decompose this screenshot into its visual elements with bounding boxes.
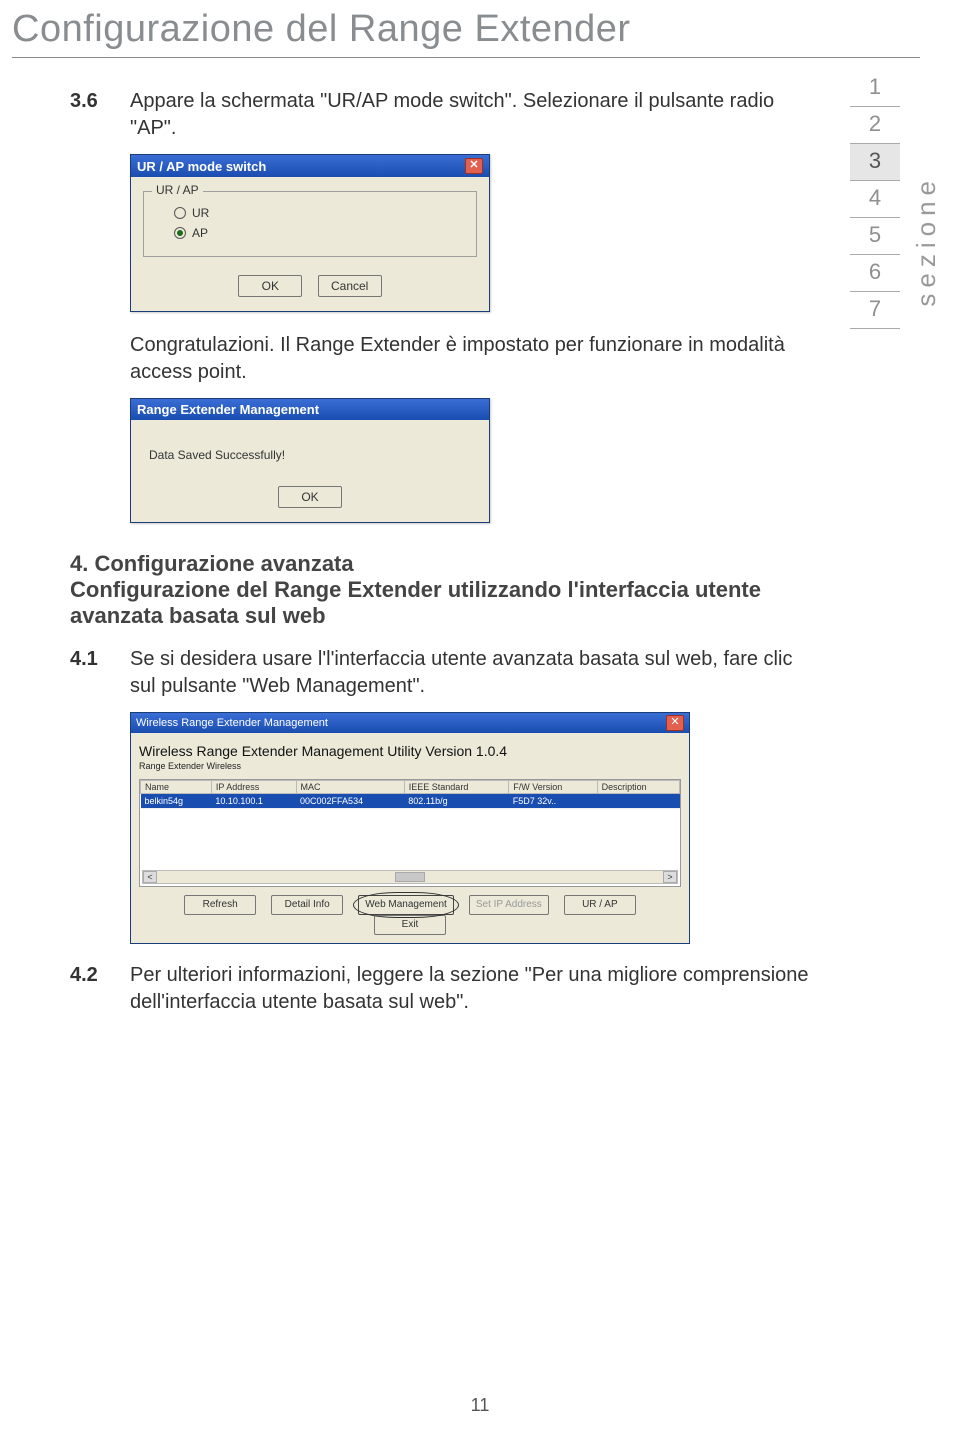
ok-button[interactable]: OK — [238, 275, 302, 297]
ok-button[interactable]: OK — [278, 486, 342, 508]
step-3-6: 3.6 Appare la schermata "UR/AP mode swit… — [70, 88, 820, 142]
step-4-2: 4.2 Per ulteriori informazioni, leggere … — [70, 962, 820, 1016]
col-ip[interactable]: IP Address — [211, 780, 296, 793]
cancel-button[interactable]: Cancel — [318, 275, 382, 297]
page-title: Configurazione del Range Extender — [0, 0, 960, 57]
col-fw[interactable]: F/W Version — [509, 780, 597, 793]
scroll-right-icon[interactable]: > — [663, 871, 677, 883]
step-text: Per ulteriori informazioni, leggere la s… — [130, 962, 820, 1016]
utility-version: Wireless Range Extender Management Utili… — [139, 743, 681, 759]
section-label: sezione — [911, 175, 942, 307]
radio-label: AP — [192, 226, 208, 240]
step-number: 3.6 — [70, 88, 130, 142]
section-4-heading: 4. Configurazione avanzata — [0, 551, 960, 577]
saved-dialog: Range Extender Management Data Saved Suc… — [130, 398, 490, 523]
management-utility-window: Wireless Range Extender Management ✕ Wir… — [130, 712, 690, 944]
step-text: Se si desidera usare l'l'interfaccia ute… — [130, 646, 820, 700]
page-number: 11 — [0, 1395, 960, 1416]
radio-icon — [174, 227, 186, 239]
nav-2[interactable]: 2 — [850, 107, 900, 144]
step-4-1: 4.1 Se si desidera usare l'l'interfaccia… — [70, 646, 820, 700]
nav-1[interactable]: 1 — [850, 70, 900, 107]
scroll-left-icon[interactable]: < — [143, 871, 157, 883]
horizontal-scrollbar[interactable]: < > — [142, 870, 678, 884]
utility-sublabel: Range Extender Wireless — [139, 761, 681, 771]
exit-button[interactable]: Exit — [374, 915, 446, 935]
section-navigator: 1 2 3 4 5 6 7 — [850, 70, 900, 329]
radio-ap[interactable]: AP — [174, 226, 466, 240]
step-number: 4.1 — [70, 646, 130, 700]
group-legend: UR / AP — [152, 183, 203, 197]
refresh-button[interactable]: Refresh — [184, 895, 256, 915]
close-icon[interactable]: ✕ — [465, 158, 483, 174]
web-management-button[interactable]: Web Management — [358, 895, 454, 915]
nav-4[interactable]: 4 — [850, 181, 900, 218]
dialog-title: UR / AP mode switch — [137, 159, 266, 174]
section-4-subheading: Configurazione del Range Extender utiliz… — [0, 577, 960, 630]
radio-ur[interactable]: UR — [174, 206, 466, 220]
nav-5[interactable]: 5 — [850, 218, 900, 255]
step-text: Appare la schermata "UR/AP mode switch".… — [130, 88, 820, 142]
dialog-message: Data Saved Successfully! — [143, 430, 477, 480]
radio-icon — [174, 207, 186, 219]
col-ieee[interactable]: IEEE Standard — [404, 780, 508, 793]
close-icon[interactable]: ✕ — [666, 715, 684, 731]
congrats-text: Congratulazioni. Il Range Extender è imp… — [70, 332, 820, 386]
col-name[interactable]: Name — [141, 780, 212, 793]
detail-info-button[interactable]: Detail Info — [271, 895, 343, 915]
table-row[interactable]: belkin54g 10.10.100.1 00C002FFA534 802.1… — [141, 793, 680, 808]
col-mac[interactable]: MAC — [296, 780, 404, 793]
col-desc[interactable]: Description — [597, 780, 679, 793]
radio-label: UR — [192, 206, 209, 220]
urap-dialog: UR / AP mode switch ✕ UR / AP UR AP OK C… — [130, 154, 490, 312]
set-ip-button: Set IP Address — [469, 895, 549, 915]
nav-7[interactable]: 7 — [850, 292, 900, 329]
nav-6[interactable]: 6 — [850, 255, 900, 292]
congrats-body: Congratulazioni. Il Range Extender è imp… — [130, 332, 820, 386]
scroll-thumb[interactable] — [395, 872, 425, 882]
ur-ap-button[interactable]: UR / AP — [564, 895, 636, 915]
step-number: 4.2 — [70, 962, 130, 1016]
nav-3[interactable]: 3 — [850, 144, 900, 181]
dialog-title: Range Extender Management — [137, 402, 319, 417]
window-title: Wireless Range Extender Management — [136, 717, 328, 729]
device-grid: Name IP Address MAC IEEE Standard F/W Ve… — [139, 779, 681, 887]
